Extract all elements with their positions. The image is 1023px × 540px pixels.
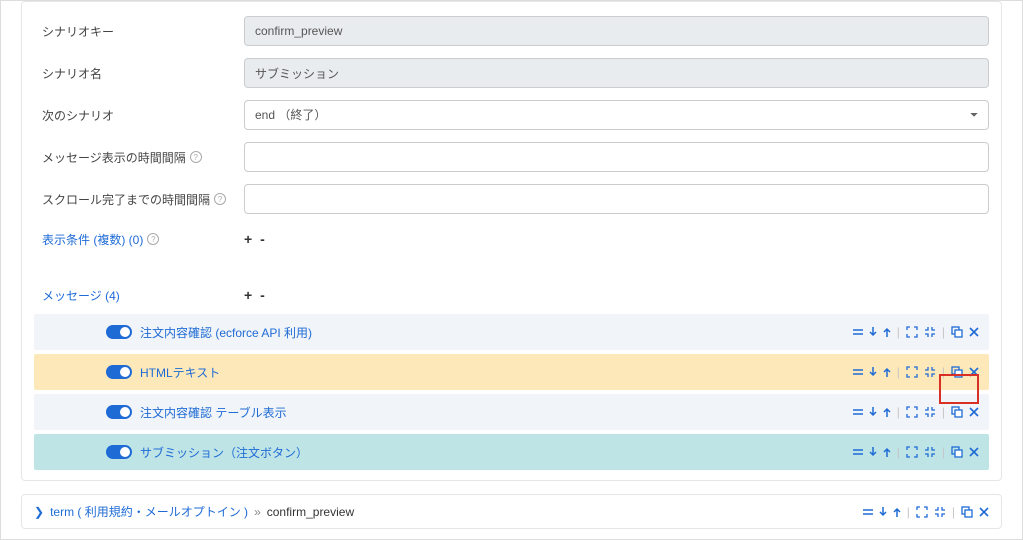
collapse-icon[interactable] — [924, 326, 936, 338]
label-msg-interval: メッセージ表示の時間間隔 ? — [34, 149, 244, 166]
arrow-up-icon[interactable] — [883, 407, 891, 417]
drag-icon[interactable] — [853, 447, 863, 457]
label-scenario-key: シナリオキー — [34, 23, 244, 40]
help-icon[interactable]: ? — [190, 151, 202, 163]
close-icon[interactable] — [969, 407, 979, 417]
message-row[interactable]: HTMLテキスト | | — [34, 354, 989, 390]
copy-icon[interactable] — [951, 326, 963, 338]
drag-icon[interactable] — [853, 327, 863, 337]
separator: | — [907, 505, 910, 519]
separator: | — [897, 365, 900, 379]
message-row[interactable]: サブミッション（注文ボタン） | | — [34, 434, 989, 470]
close-icon[interactable] — [969, 367, 979, 377]
drag-icon[interactable] — [853, 407, 863, 417]
msg-interval-input[interactable] — [244, 142, 989, 172]
arrow-down-icon[interactable] — [869, 407, 877, 417]
label-scenario-name: シナリオ名 — [34, 65, 244, 82]
collapse-icon[interactable] — [924, 446, 936, 458]
close-icon[interactable] — [969, 447, 979, 457]
separator: | — [897, 405, 900, 419]
help-icon[interactable]: ? — [147, 233, 159, 245]
separator: | — [952, 505, 955, 519]
scenario-key-input[interactable] — [244, 16, 989, 46]
separator: | — [897, 445, 900, 459]
label-scroll-wait: スクロール完了までの時間間隔 ? — [34, 191, 244, 208]
message-title[interactable]: 注文内容確認 (ecforce API 利用) — [140, 324, 853, 341]
copy-icon[interactable] — [961, 506, 973, 518]
arrow-down-icon[interactable] — [869, 447, 877, 457]
scenario-name-input[interactable] — [244, 58, 989, 88]
message-toggle[interactable] — [106, 365, 132, 379]
message-title[interactable]: サブミッション（注文ボタン） — [140, 444, 853, 461]
expand-icon[interactable] — [906, 406, 918, 418]
message-toggle[interactable] — [106, 405, 132, 419]
label-next-scenario: 次のシナリオ — [34, 107, 244, 124]
message-toggle[interactable] — [106, 325, 132, 339]
breadcrumb-link[interactable]: term ( 利用規約・メールオプトイン ) — [50, 503, 248, 520]
conditions-link[interactable]: 表示条件 (複数) (0) — [42, 231, 143, 248]
message-row[interactable]: 注文内容確認 テーブル表示 | | — [34, 394, 989, 430]
copy-icon[interactable] — [951, 406, 963, 418]
expand-icon[interactable] — [906, 446, 918, 458]
arrow-up-icon[interactable] — [883, 447, 891, 457]
separator: | — [942, 365, 945, 379]
collapse-icon[interactable] — [924, 406, 936, 418]
drag-icon[interactable] — [853, 367, 863, 377]
separator: | — [897, 325, 900, 339]
expand-icon[interactable] — [906, 366, 918, 378]
collapse-icon[interactable] — [924, 366, 936, 378]
arrow-up-icon[interactable] — [883, 327, 891, 337]
arrow-up-icon[interactable] — [883, 367, 891, 377]
message-title[interactable]: HTMLテキスト — [140, 364, 853, 381]
separator: | — [942, 445, 945, 459]
arrow-down-icon[interactable] — [869, 367, 877, 377]
messages-link[interactable]: メッセージ (4) — [42, 287, 120, 304]
message-title[interactable]: 注文内容確認 テーブル表示 — [140, 404, 853, 421]
messages-addremove[interactable]: + - — [244, 287, 267, 303]
breadcrumb-sep: » — [254, 505, 261, 519]
message-row[interactable]: 注文内容確認 (ecforce API 利用) | | — [34, 314, 989, 350]
chevron-right-icon[interactable]: ❯ — [34, 505, 44, 519]
breadcrumb: ❯ term ( 利用規約・メールオプトイン ) » confirm_previ… — [21, 494, 1002, 529]
separator: | — [942, 405, 945, 419]
copy-icon[interactable] — [951, 366, 963, 378]
scroll-wait-input[interactable] — [244, 184, 989, 214]
drag-icon[interactable] — [863, 507, 873, 517]
close-icon[interactable] — [969, 327, 979, 337]
arrow-up-icon[interactable] — [893, 507, 901, 517]
arrow-down-icon[interactable] — [879, 507, 887, 517]
help-icon[interactable]: ? — [214, 193, 226, 205]
message-toggle[interactable] — [106, 445, 132, 459]
breadcrumb-current: confirm_preview — [267, 505, 354, 519]
copy-icon[interactable] — [951, 446, 963, 458]
next-scenario-select[interactable]: end （終了） — [244, 100, 989, 130]
expand-icon[interactable] — [916, 506, 928, 518]
close-icon[interactable] — [979, 507, 989, 517]
separator: | — [942, 325, 945, 339]
conditions-addremove[interactable]: + - — [244, 231, 267, 247]
expand-icon[interactable] — [906, 326, 918, 338]
arrow-down-icon[interactable] — [869, 327, 877, 337]
collapse-icon[interactable] — [934, 506, 946, 518]
